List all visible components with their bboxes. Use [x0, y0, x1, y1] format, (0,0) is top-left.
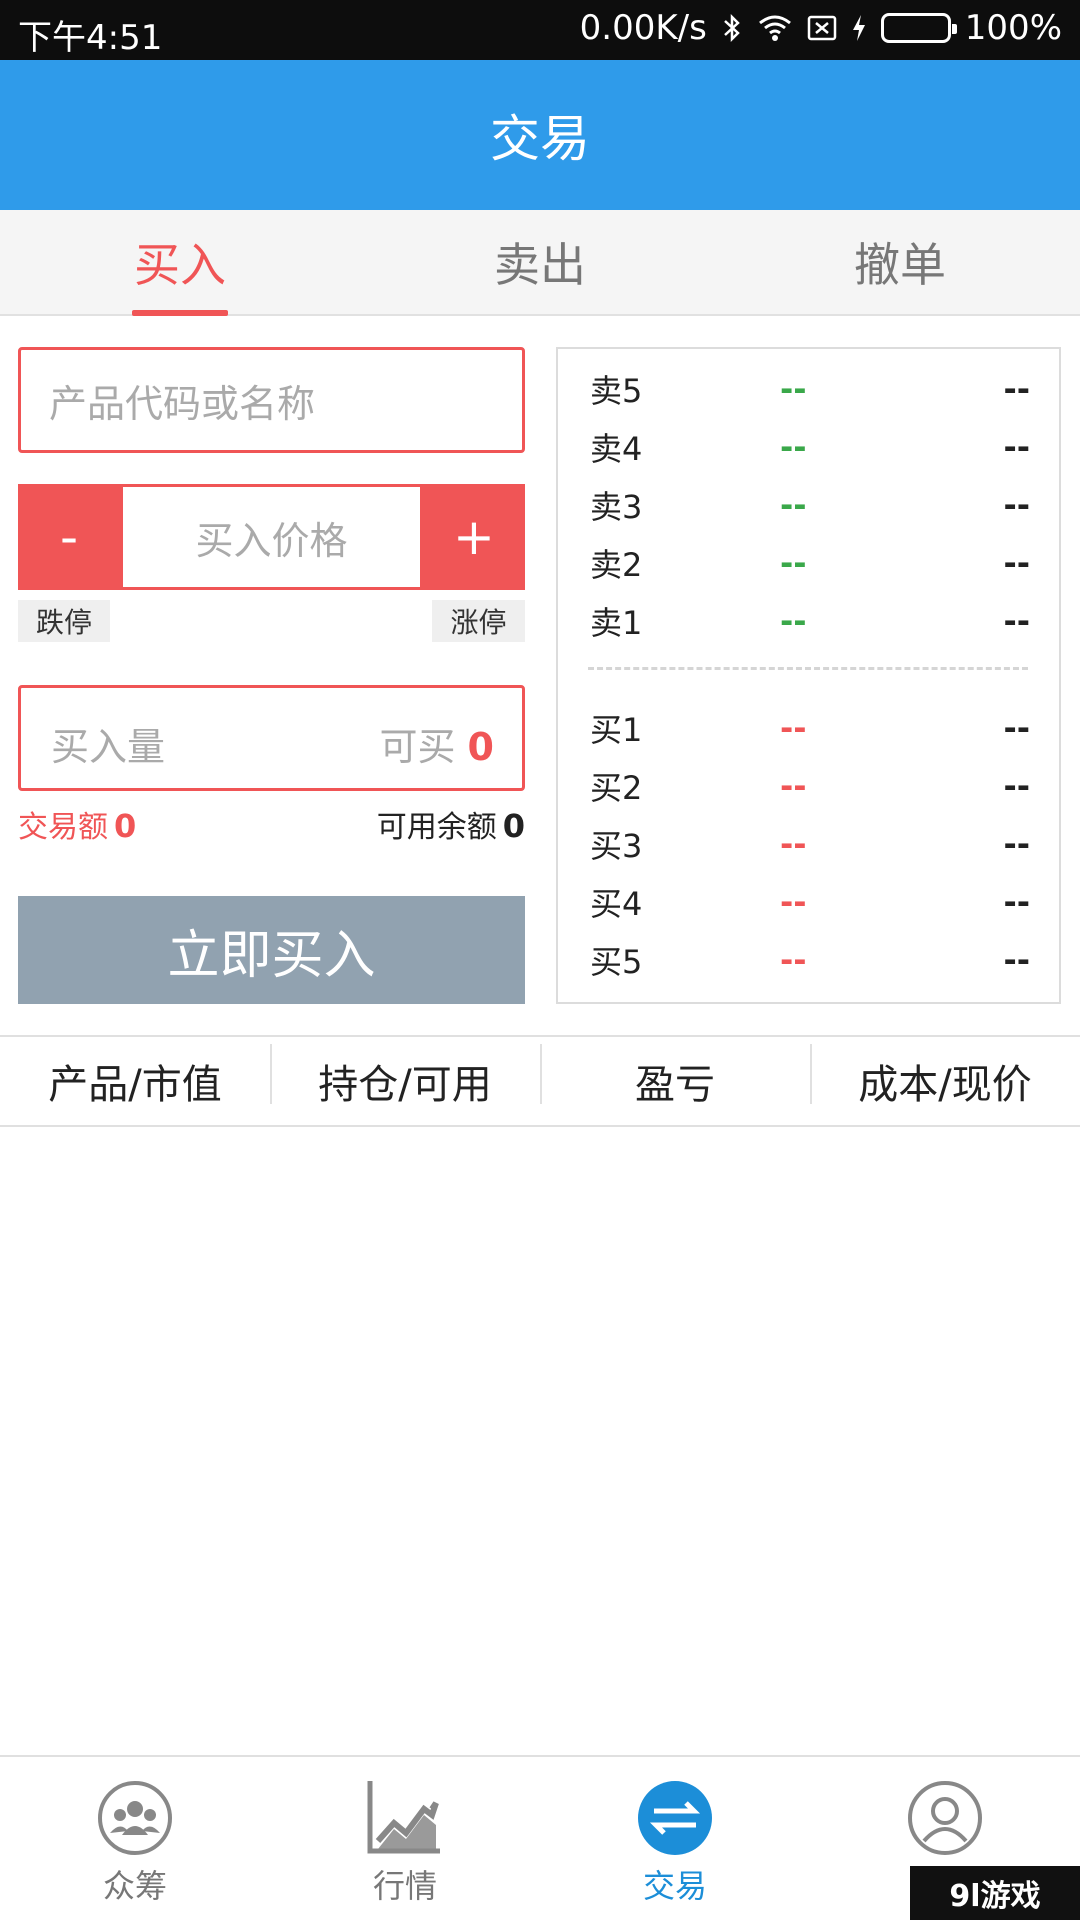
level-label: 买1 [590, 711, 643, 749]
level-label: 卖1 [590, 604, 643, 642]
price-minus-button[interactable]: - [18, 484, 120, 590]
level-label: 买4 [590, 885, 643, 923]
nav-item-market[interactable]: 行情 [270, 1757, 540, 1920]
buy-level-row: 买2 -- -- [590, 758, 1030, 814]
trade-amount-label: 交易额 [18, 810, 108, 845]
battery-icon [880, 13, 957, 43]
level-label: 买2 [590, 769, 643, 807]
column-header-pnl: 盈亏 [540, 1044, 810, 1110]
nav-item-trade[interactable]: 交易 [540, 1757, 810, 1920]
column-header-cost: 成本/现价 [810, 1044, 1080, 1110]
level-price: -- [780, 941, 807, 979]
crowdfund-icon [96, 1779, 174, 1857]
can-buy-info: 可买 0 [380, 716, 494, 771]
trade-tabs: 买入 卖出 撤单 [0, 210, 1080, 316]
tab-cancel[interactable]: 撤单 [720, 210, 1080, 314]
level-volume: -- [1003, 825, 1030, 863]
level-label: 卖2 [590, 546, 643, 584]
buy-level-row: 买3 -- -- [590, 816, 1030, 872]
level-label: 卖3 [590, 488, 643, 526]
price-stepper: - 买入价格 + [18, 484, 525, 590]
level-price: -- [780, 767, 807, 805]
sell-level-row: 卖3 -- -- [590, 477, 1030, 533]
sell-level-row: 卖5 -- -- [590, 361, 1030, 417]
trade-amount: 交易额 0 [18, 802, 136, 846]
level-volume: -- [1003, 544, 1030, 582]
nav-label-market: 行情 [372, 1867, 437, 1905]
level-volume: -- [1003, 428, 1030, 466]
wifi-icon [757, 13, 793, 43]
nav-label-crowdfund: 众筹 [102, 1867, 167, 1905]
level-volume: -- [1003, 709, 1030, 747]
level-label: 买3 [590, 827, 643, 865]
watermark-logo: 9l游戏 [910, 1866, 1080, 1920]
charging-icon [851, 13, 867, 43]
column-header-holdings: 持仓/可用 [270, 1044, 540, 1110]
nav-label-trade: 交易 [642, 1867, 707, 1905]
positions-table-header: 产品/市值 持仓/可用 盈亏 成本/现价 [0, 1035, 1080, 1127]
tab-sell[interactable]: 卖出 [360, 210, 720, 314]
product-code-input[interactable]: 产品代码或名称 [18, 347, 525, 453]
level-price: -- [780, 428, 807, 466]
trade-amount-value: 0 [114, 807, 137, 845]
level-volume: -- [1003, 767, 1030, 805]
sell-level-row: 卖1 -- -- [590, 593, 1030, 649]
sell-level-row: 卖2 -- -- [590, 535, 1030, 591]
level-price: -- [780, 825, 807, 863]
limit-up-button[interactable]: 涨停 [432, 600, 525, 642]
level-label: 卖5 [590, 372, 643, 410]
sim-off-icon [807, 14, 837, 42]
bluetooth-icon [721, 13, 743, 43]
exchange-icon [636, 1779, 714, 1857]
balance-value: 0 [502, 807, 525, 845]
available-balance: 可用余额 0 [377, 802, 525, 846]
can-buy-label: 可买 [379, 725, 456, 769]
level-label: 卖4 [590, 430, 643, 468]
buy-level-row: 买4 -- -- [590, 874, 1030, 930]
level-price: -- [780, 544, 807, 582]
chart-icon [366, 1779, 444, 1857]
level-price: -- [780, 709, 807, 747]
user-icon [906, 1779, 984, 1857]
level-volume: -- [1003, 370, 1030, 408]
level-volume: -- [1003, 602, 1030, 640]
level-volume: -- [1003, 486, 1030, 524]
book-divider [588, 667, 1028, 670]
sell-level-row: 卖4 -- -- [590, 419, 1030, 475]
limit-down-button[interactable]: 跌停 [18, 600, 110, 642]
status-bar: 下午4:51 0.00K/s 100% [0, 0, 1080, 60]
level-label: 买5 [590, 943, 643, 981]
tab-buy[interactable]: 买入 [0, 210, 360, 314]
buy-level-row: 买5 -- -- [590, 932, 1030, 988]
buy-now-button[interactable]: 立即买入 [18, 896, 525, 1004]
column-header-product: 产品/市值 [48, 1062, 222, 1108]
level-price: -- [780, 883, 807, 921]
level-price: -- [780, 602, 807, 640]
status-time: 下午4:51 [18, 18, 163, 58]
quantity-placeholder: 买入量 [51, 725, 166, 769]
can-buy-value: 0 [467, 725, 494, 769]
status-right: 0.00K/s 100% [580, 8, 1062, 48]
level-volume: -- [1003, 941, 1030, 979]
net-speed: 0.00K/s [579, 8, 707, 48]
buy-price-input[interactable]: 买入价格 [120, 484, 423, 590]
nav-item-crowdfund[interactable]: 众筹 [0, 1757, 270, 1920]
level-volume: -- [1003, 883, 1030, 921]
balance-label: 可用余额 [376, 810, 497, 845]
price-plus-button[interactable]: + [423, 484, 525, 590]
page-title: 交易 [0, 60, 1080, 210]
battery-percent: 100% [964, 8, 1062, 48]
buy-quantity-input[interactable]: 买入量 可买 0 [18, 685, 525, 791]
order-book: 卖5 -- -- 卖4 -- -- 卖3 -- -- 卖2 -- -- 卖1 -- -- 买1 -- -… [556, 347, 1061, 1004]
level-price: -- [780, 370, 807, 408]
level-price: -- [780, 486, 807, 524]
buy-level-row: 买1 -- -- [590, 700, 1030, 756]
